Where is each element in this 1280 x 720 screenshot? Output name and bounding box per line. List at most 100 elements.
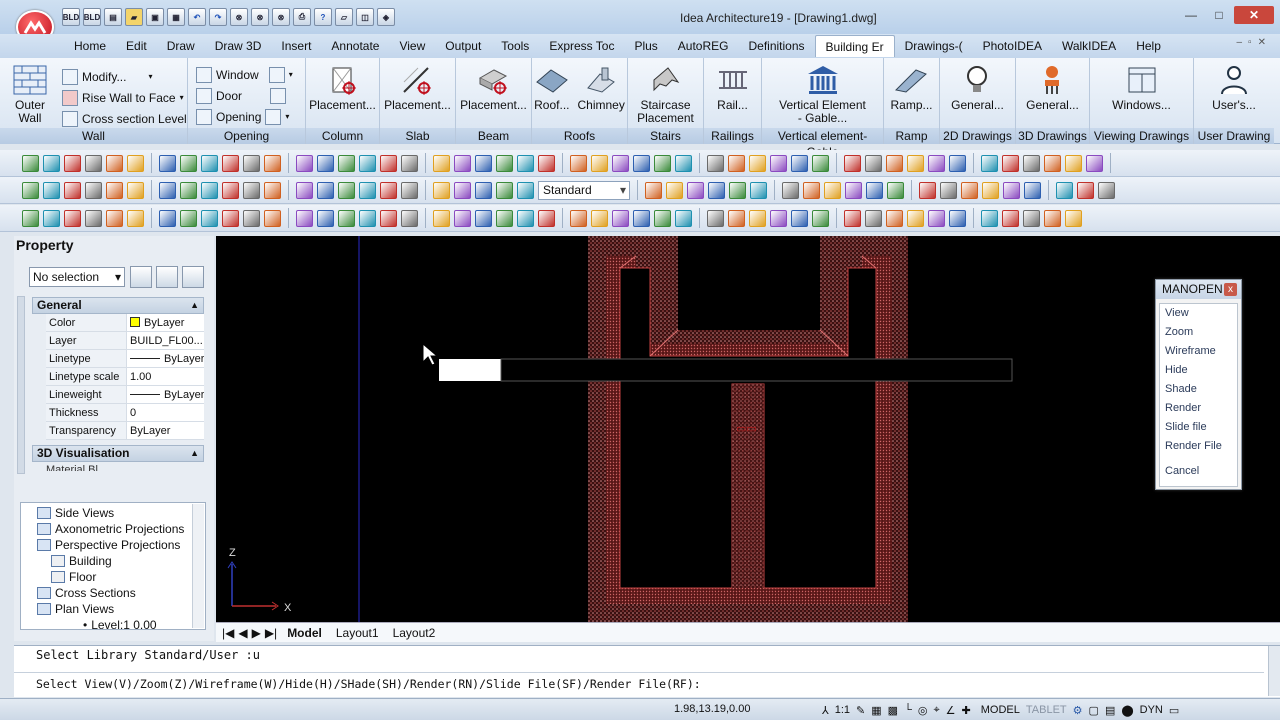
copy-tool-icon[interactable] <box>127 154 144 172</box>
undo-icon[interactable]: ↶ <box>188 8 206 26</box>
last-tab-icon[interactable]: ▶| <box>265 626 277 640</box>
copy-tool-icon[interactable] <box>517 209 534 227</box>
block-tool-icon[interactable] <box>845 181 862 199</box>
dim-tool-icon[interactable] <box>359 181 376 199</box>
users-button[interactable]: User's... <box>1212 64 1256 112</box>
move-tool-icon[interactable] <box>106 209 123 227</box>
arc-tool-icon[interactable] <box>64 181 81 199</box>
layer-tool-icon[interactable] <box>296 181 313 199</box>
offset-tool-icon[interactable] <box>1023 209 1040 227</box>
filter-icon[interactable] <box>182 266 204 288</box>
move-tool-icon[interactable] <box>961 181 978 199</box>
mirror-tool-icon[interactable] <box>1002 154 1019 172</box>
move-tool-icon[interactable] <box>496 209 513 227</box>
offset-tool-icon[interactable] <box>243 154 260 172</box>
dyn-toggle[interactable]: DYN <box>1140 704 1163 716</box>
rotate-tool-icon[interactable] <box>180 181 197 199</box>
erase-tool-icon[interactable] <box>401 209 418 227</box>
block-tool-icon[interactable] <box>380 154 397 172</box>
column-placement-button[interactable]: Placement... <box>309 64 376 112</box>
line-tool-icon[interactable] <box>812 154 829 172</box>
pan-tool-icon[interactable] <box>675 209 692 227</box>
hatch-tool-icon[interactable] <box>707 209 724 227</box>
tab-plus[interactable]: Plus <box>624 35 667 57</box>
scale-tool-icon[interactable] <box>591 154 608 172</box>
mirror-tool-icon[interactable] <box>222 154 239 172</box>
circle-tool-icon[interactable] <box>433 209 450 227</box>
trim-tool-icon[interactable] <box>538 209 555 227</box>
osnap-icon[interactable]: ⌖ <box>933 704 939 717</box>
manopen-close-icon[interactable]: x <box>1224 283 1237 296</box>
text-tool-icon[interactable] <box>338 181 355 199</box>
erase-tool-icon[interactable] <box>791 154 808 172</box>
otrack-icon[interactable]: ∠ <box>946 704 956 717</box>
railing-button[interactable]: Rail... <box>716 64 750 112</box>
layer-tool-icon[interactable] <box>296 209 313 227</box>
arc-tool-icon[interactable] <box>64 209 81 227</box>
arc-tool-icon[interactable] <box>454 209 471 227</box>
general-2d-button[interactable]: General... <box>951 64 1004 112</box>
input-field-bar[interactable] <box>500 358 1013 382</box>
circle-tool-icon[interactable] <box>433 181 450 199</box>
mirror-tool-icon[interactable] <box>222 181 239 199</box>
zoom-tool-icon[interactable] <box>264 209 281 227</box>
move-tool-icon[interactable] <box>886 209 903 227</box>
scale-tool-icon[interactable] <box>591 209 608 227</box>
manopen-cancel[interactable]: Cancel <box>1160 462 1237 481</box>
offset-tool-icon[interactable] <box>633 209 650 227</box>
circle-tool-icon[interactable] <box>43 154 60 172</box>
line-tool-icon[interactable] <box>887 181 904 199</box>
property-value[interactable]: ByLayer <box>126 422 204 440</box>
clean-screen-icon[interactable]: ▭ <box>1169 704 1179 717</box>
property-value[interactable]: ByLayer <box>126 350 204 368</box>
ortho-icon[interactable]: └ <box>904 704 912 716</box>
ramp-button[interactable]: Ramp... <box>890 64 933 112</box>
lock-icon[interactable]: ▤ <box>1105 704 1115 717</box>
tab-draw-3d[interactable]: Draw 3D <box>205 35 272 57</box>
bld2-icon[interactable]: BLD <box>83 8 101 26</box>
property-row[interactable]: Linetype ByLayer <box>46 350 204 368</box>
model-toggle[interactable]: MODEL <box>981 704 1020 716</box>
dim-tool-icon[interactable] <box>824 181 841 199</box>
arc-tool-icon[interactable] <box>64 154 81 172</box>
rect-tool-icon[interactable] <box>475 209 492 227</box>
ribbon-window-controls[interactable]: –▫✕ <box>1237 37 1273 48</box>
circle-tool-icon[interactable] <box>43 181 60 199</box>
circle-tool-icon[interactable] <box>43 209 60 227</box>
input-box[interactable] <box>439 359 501 381</box>
layer-tool-icon[interactable] <box>296 154 313 172</box>
scale-tool-icon[interactable] <box>201 181 218 199</box>
move-tool-icon[interactable] <box>886 154 903 172</box>
tree-item[interactable]: Axonometric Projections <box>37 521 184 537</box>
save-icon[interactable]: ▣ <box>146 8 164 26</box>
tab-building-er[interactable]: Building Er <box>814 35 895 57</box>
layout-tab-layout1[interactable]: Layout1 <box>330 624 385 642</box>
copy-tool-icon[interactable] <box>517 181 534 199</box>
modify-button[interactable]: Modify... ▾ <box>62 66 187 87</box>
rect-tool-icon[interactable] <box>85 181 102 199</box>
tab-tools[interactable]: Tools <box>491 35 539 57</box>
lwt-icon[interactable]: ✚ <box>962 704 971 717</box>
workspace-icon[interactable]: ▢ <box>1089 704 1099 717</box>
scale-tool-icon[interactable] <box>1056 181 1073 199</box>
trim-tool-icon[interactable] <box>928 209 945 227</box>
layer-tool-icon[interactable] <box>1086 154 1103 172</box>
first-tab-icon[interactable]: |◀ <box>222 626 234 640</box>
property-row[interactable]: Lineweight ByLayer <box>46 386 204 404</box>
windows-button[interactable]: Windows... <box>1112 64 1171 112</box>
tab-express-toc[interactable]: Express Toc <box>539 35 624 57</box>
open-file-icon[interactable]: ▰ <box>125 8 143 26</box>
tab-autoreg[interactable]: AutoREG <box>668 35 739 57</box>
rise-wall-button[interactable]: Rise Wall to Face ▾ <box>62 87 187 108</box>
text-tool-icon[interactable] <box>338 209 355 227</box>
hardware-icon[interactable]: ⬤ <box>1121 704 1133 717</box>
outer-wall-button[interactable]: Outer Wall <box>4 64 56 125</box>
mirror-tool-icon[interactable] <box>222 209 239 227</box>
tab-view[interactable]: View <box>389 35 435 57</box>
extend-tool-icon[interactable] <box>159 154 176 172</box>
text-style-select[interactable]: Standard <box>538 180 630 200</box>
zoom-tool-icon[interactable] <box>654 209 671 227</box>
property-row[interactable]: Transparency ByLayer <box>46 422 204 440</box>
dim-tool-icon[interactable] <box>749 154 766 172</box>
tab-output[interactable]: Output <box>435 35 491 57</box>
